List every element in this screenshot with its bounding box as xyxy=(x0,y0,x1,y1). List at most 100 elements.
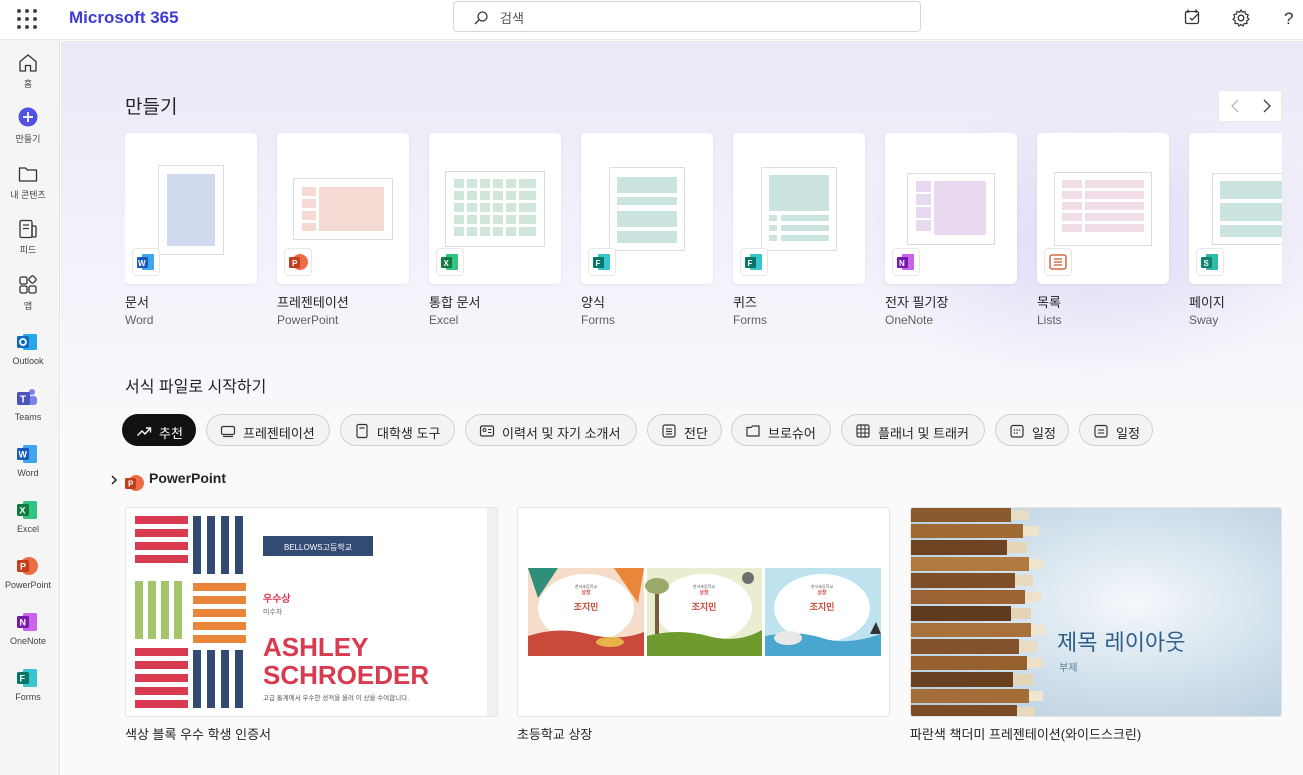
svg-text:?: ? xyxy=(1284,9,1293,28)
card-app: OneNote xyxy=(885,313,934,327)
powerpoint-icon: P xyxy=(125,475,144,491)
svg-text:N: N xyxy=(899,259,905,268)
create-card-document[interactable]: W 문서 Word xyxy=(125,133,257,333)
chip-label: 일정 xyxy=(1032,426,1056,441)
template-card-elementary-award[interactable]: 한서초등학교 상장 조지민 한서초등학교 상장 조지민 한서초등학교 상장 조지… xyxy=(517,507,890,717)
presentation-icon xyxy=(220,425,236,438)
outlook-icon xyxy=(17,334,37,350)
chevron-left-icon[interactable] xyxy=(1219,91,1251,121)
rail-item-word[interactable]: W Word xyxy=(0,443,60,495)
trending-icon xyxy=(137,427,152,436)
template-filter-chips: 추천 프레젠테이션 대학생 도구 이력서 및 자기 소개서 전단 브로슈어 플래… xyxy=(122,414,1222,446)
card-thumbnail xyxy=(1037,133,1169,284)
card-thumbnail: F xyxy=(733,133,865,284)
rail-label: Outlook xyxy=(12,356,44,366)
onenote-icon: N xyxy=(17,613,37,631)
whats-new-icon[interactable] xyxy=(1183,8,1203,28)
award-school-3: 한서초등학교 xyxy=(811,583,833,589)
chip-brochure[interactable]: 브로슈어 xyxy=(731,414,831,446)
chip-schedule[interactable]: 일정 xyxy=(995,414,1069,446)
create-card-notebook[interactable]: N 전자 필기장 OneNote xyxy=(885,133,1017,333)
chevron-right-icon[interactable] xyxy=(1251,91,1283,121)
create-card-page[interactable]: S 페이지 Sway xyxy=(1189,133,1282,333)
home-icon xyxy=(19,54,37,72)
card-name: 문서 xyxy=(125,295,149,310)
chip-recommended[interactable]: 추천 xyxy=(122,414,196,446)
chip-label: 이력서 및 자기 소개서 xyxy=(502,426,621,441)
help-icon[interactable]: ? xyxy=(1279,8,1299,28)
rail-item-onenote[interactable]: N OneNote xyxy=(0,611,60,663)
award-school-2: 한서초등학교 xyxy=(693,583,715,589)
chip-resume[interactable]: 이력서 및 자기 소개서 xyxy=(465,414,637,446)
award-student-3: 조지민 xyxy=(810,601,835,612)
notebook-icon xyxy=(356,423,368,439)
card-name: 퀴즈 xyxy=(733,295,757,310)
template-card-certificate[interactable]: BELLOWS고등학교 우수상 미수자 ASHLEY SCHROEDER 고급 … xyxy=(125,507,498,717)
svg-text:W: W xyxy=(19,450,28,460)
certificate-student-line1: ASHLEY xyxy=(263,632,368,662)
card-app: Excel xyxy=(429,313,459,327)
svg-text:N: N xyxy=(20,618,27,628)
chip-label: 일정 xyxy=(1116,426,1140,441)
template-card-blue-books[interactable]: 제목 레이아웃 부제 xyxy=(910,507,1282,717)
left-rail: 홈 만들기 내 콘텐츠 피드 앱 Outlook T Teams W Word … xyxy=(0,40,60,775)
certificate-award: 우수상 xyxy=(263,592,291,605)
card-thumbnail: P xyxy=(277,133,409,284)
svg-text:X: X xyxy=(20,506,26,516)
create-card-list[interactable]: 목록 Lists xyxy=(1037,133,1169,333)
chip-label: 플래너 및 트래커 xyxy=(878,426,969,441)
chip-label: 전단 xyxy=(684,426,708,441)
rail-item-my-content[interactable]: 내 콘텐츠 xyxy=(0,163,60,215)
rail-label: Teams xyxy=(14,412,42,422)
svg-text:F: F xyxy=(20,674,26,684)
card-name: 페이지 xyxy=(1189,295,1225,310)
create-card-workbook[interactable]: X 통합 문서 Excel xyxy=(429,133,561,333)
settings-gear-icon[interactable] xyxy=(1231,8,1251,28)
award-thumbnail: 한서초등학교 상장 조지민 한서초등학교 상장 조지민 한서초등학교 상장 조지… xyxy=(518,508,889,716)
create-plus-icon xyxy=(18,107,38,127)
chip-student-tools[interactable]: 대학생 도구 xyxy=(340,414,455,446)
search-input[interactable] xyxy=(500,8,900,28)
app-launcher-icon[interactable] xyxy=(17,9,37,29)
table-icon xyxy=(856,424,870,438)
card-app: Word xyxy=(125,313,154,327)
chip-presentation[interactable]: 프레젠테이션 xyxy=(206,414,330,446)
brand-title[interactable]: Microsoft 365 xyxy=(69,8,179,28)
create-card-presentation[interactable]: P 프레젠테이션 PowerPoint xyxy=(277,133,409,333)
rail-item-powerpoint[interactable]: P PowerPoint xyxy=(0,555,60,607)
powerpoint-group-header[interactable]: P PowerPoint xyxy=(109,468,309,492)
award-student-2: 조지민 xyxy=(692,601,717,612)
onenote-badge-icon: N xyxy=(892,248,920,276)
rail-label: 홈 xyxy=(23,79,33,89)
rail-item-home[interactable]: 홈 xyxy=(0,52,60,104)
certificate-note: 고급 통계에서 우수한 성적을 올려 이 상을 수여합니다. xyxy=(263,693,409,702)
sway-badge-icon: S xyxy=(1196,248,1224,276)
main-content: 만들기 W 문서 Word P 프레젠테이션 PowerPoint X 통합 문… xyxy=(61,41,1303,775)
create-card-quiz[interactable]: F 퀴즈 Forms xyxy=(733,133,865,333)
rail-item-apps[interactable]: 앱 xyxy=(0,274,60,326)
create-card-form[interactable]: F 양식 Forms xyxy=(581,133,713,333)
create-cards-row: W 문서 Word P 프레젠테이션 PowerPoint X 통합 문서 Ex… xyxy=(125,133,1282,333)
forms-icon: F xyxy=(17,669,37,687)
lists-badge-icon xyxy=(1044,248,1072,276)
award-title-1: 상장 xyxy=(581,589,591,596)
flyer-icon xyxy=(662,424,676,438)
template-name: 색상 블록 우수 학생 인증서 xyxy=(125,727,272,742)
rail-item-create[interactable]: 만들기 xyxy=(0,107,60,159)
chip-schedule-2[interactable]: 일정 xyxy=(1079,414,1153,446)
svg-text:F: F xyxy=(596,259,601,268)
rail-item-outlook[interactable]: Outlook xyxy=(0,331,60,383)
chip-planner-tracker[interactable]: 플래너 및 트래커 xyxy=(841,414,985,446)
rail-item-forms[interactable]: F Forms xyxy=(0,667,60,719)
rail-item-excel[interactable]: X Excel xyxy=(0,499,60,551)
chip-flyer[interactable]: 전단 xyxy=(647,414,722,446)
word-icon: W xyxy=(17,445,37,463)
rail-item-teams[interactable]: T Teams xyxy=(0,387,60,439)
rail-item-feed[interactable]: 피드 xyxy=(0,218,60,270)
search-box[interactable] xyxy=(453,1,921,32)
award-title-3: 상장 xyxy=(817,589,827,596)
forms-badge-icon: F xyxy=(588,248,616,276)
card-thumbnail: F xyxy=(581,133,713,284)
card-thumbnail: S xyxy=(1189,133,1282,284)
books-thumbnail: 제목 레이아웃 부제 xyxy=(911,508,1281,716)
